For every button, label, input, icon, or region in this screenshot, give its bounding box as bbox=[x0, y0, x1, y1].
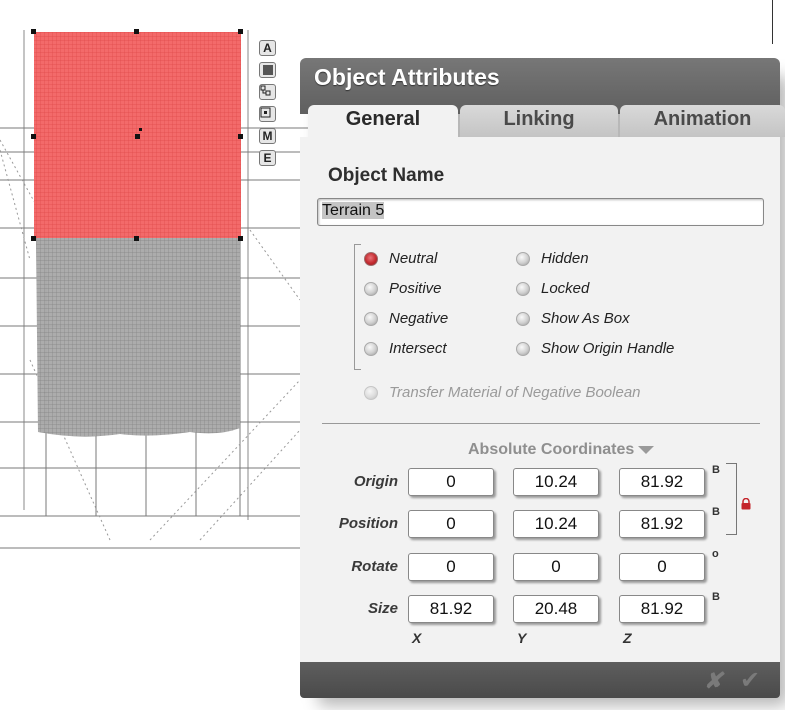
size-unit: B bbox=[712, 591, 720, 603]
chevron-down-icon bbox=[638, 445, 655, 454]
tab-general[interactable]: General bbox=[308, 105, 458, 137]
coordinates-mode-label: Absolute Coordinates bbox=[468, 441, 635, 458]
tab-linking[interactable]: Linking bbox=[460, 105, 618, 137]
radio-off-icon bbox=[516, 341, 530, 356]
m-letter-icon[interactable]: M bbox=[259, 128, 276, 144]
option-label: Positive bbox=[389, 280, 442, 297]
material-square-icon[interactable] bbox=[259, 62, 276, 78]
origin-label: Origin bbox=[353, 473, 398, 490]
size-label: Size bbox=[367, 600, 398, 617]
tab-linking-label: Linking bbox=[503, 108, 575, 130]
option-intersect[interactable]: Intersect bbox=[364, 340, 447, 357]
position-unit: B bbox=[712, 506, 720, 518]
radio-on-icon bbox=[364, 251, 378, 266]
origin-z-field[interactable]: 81.92 bbox=[619, 468, 705, 496]
boolean-group-bracket bbox=[354, 244, 361, 370]
position-y-field[interactable]: 10.24 bbox=[513, 510, 599, 538]
option-transfer-material: Transfer Material of Negative Boolean bbox=[364, 384, 641, 401]
object-attributes-panel: Object Attributes General Linking Animat… bbox=[300, 58, 785, 698]
axis-z-label: Z bbox=[623, 630, 632, 646]
tab-animation[interactable]: Animation bbox=[620, 105, 785, 137]
option-label: Negative bbox=[389, 310, 449, 327]
size-z-field[interactable]: 81.92 bbox=[619, 595, 705, 623]
option-label: Locked bbox=[541, 280, 590, 297]
axis-x-label: X bbox=[412, 630, 422, 646]
hierarchy-icon[interactable] bbox=[259, 84, 276, 100]
ok-button[interactable]: ✔ bbox=[740, 666, 760, 694]
object-name-value: Terrain 5 bbox=[322, 202, 385, 219]
radio-disabled-icon bbox=[364, 385, 378, 400]
option-label: Show Origin Handle bbox=[541, 340, 675, 357]
lock-icon[interactable] bbox=[740, 498, 752, 510]
lock-bracket bbox=[726, 463, 737, 535]
size-y-field[interactable]: 20.48 bbox=[513, 595, 599, 623]
size-x-field[interactable]: 81.92 bbox=[408, 595, 494, 623]
position-label: Position bbox=[338, 515, 398, 532]
radio-off-icon bbox=[516, 251, 530, 266]
option-label: Show As Box bbox=[541, 310, 630, 327]
a-letter-icon[interactable]: A bbox=[259, 40, 276, 56]
rotate-y-field[interactable]: 0 bbox=[513, 553, 599, 581]
rotate-z-field[interactable]: 0 bbox=[619, 553, 705, 581]
origin-y-field[interactable]: 10.24 bbox=[513, 468, 599, 496]
rotate-unit: o bbox=[712, 548, 719, 560]
coordinates-mode-dropdown[interactable]: Absolute Coordinates bbox=[468, 441, 655, 459]
option-neutral[interactable]: Neutral bbox=[364, 250, 437, 267]
viewport-canvas[interactable]: A M E bbox=[0, 0, 773, 710]
origin-x-field[interactable]: 0 bbox=[408, 468, 494, 496]
option-label: Neutral bbox=[389, 250, 438, 267]
rotate-label: Rotate bbox=[351, 558, 398, 575]
panel-title: Object Attributes bbox=[314, 64, 500, 90]
object-name-input[interactable]: Terrain 5 bbox=[317, 198, 764, 226]
position-z-field[interactable]: 81.92 bbox=[619, 510, 705, 538]
radio-off-icon bbox=[364, 281, 378, 296]
window-edge-line bbox=[772, 0, 773, 44]
option-show-as-box[interactable]: Show As Box bbox=[516, 310, 630, 327]
radio-off-icon bbox=[516, 311, 530, 326]
object-name-label: Object Name bbox=[328, 165, 445, 186]
option-locked[interactable]: Locked bbox=[516, 280, 589, 297]
option-label: Transfer Material of Negative Boolean bbox=[389, 384, 641, 401]
e-letter-icon[interactable]: E bbox=[259, 150, 276, 166]
option-show-origin-handle[interactable]: Show Origin Handle bbox=[516, 340, 674, 357]
radio-off-icon bbox=[364, 341, 378, 356]
radio-off-icon bbox=[516, 281, 530, 296]
axis-y-label: Y bbox=[517, 630, 527, 646]
position-x-field[interactable]: 0 bbox=[408, 510, 494, 538]
tab-general-label: General bbox=[345, 108, 421, 130]
tab-animation-label: Animation bbox=[653, 108, 752, 130]
option-label: Intersect bbox=[389, 340, 447, 357]
option-positive[interactable]: Positive bbox=[364, 280, 442, 297]
select-frame-icon[interactable] bbox=[259, 106, 276, 122]
rotate-x-field[interactable]: 0 bbox=[408, 553, 494, 581]
option-hidden[interactable]: Hidden bbox=[516, 250, 589, 267]
option-negative[interactable]: Negative bbox=[364, 310, 448, 327]
cancel-button[interactable]: ✘ bbox=[704, 668, 722, 694]
radio-off-icon bbox=[364, 311, 378, 326]
panel-footer: ✘ ✔ bbox=[300, 662, 780, 698]
origin-unit: B bbox=[712, 464, 720, 476]
option-label: Hidden bbox=[541, 250, 589, 267]
section-divider bbox=[322, 423, 760, 424]
